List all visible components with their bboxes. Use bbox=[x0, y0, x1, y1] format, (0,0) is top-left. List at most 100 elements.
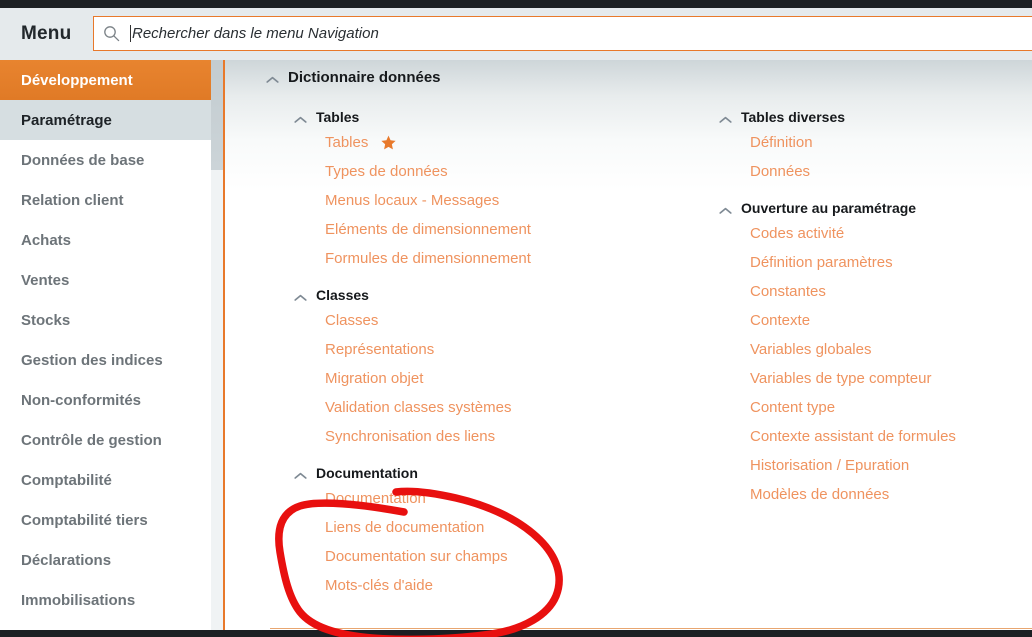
menu-link-menus-locaux-messages[interactable]: Menus locaux - Messages bbox=[325, 186, 713, 215]
menu-link-definition[interactable]: Définition bbox=[750, 128, 1032, 157]
sidebar-item-label: Ventes bbox=[21, 271, 70, 289]
text-caret bbox=[130, 25, 131, 42]
sidebar-item-label: Données de base bbox=[21, 151, 145, 169]
group-header[interactable]: Classes bbox=[293, 284, 713, 306]
sidebar-item-parametrage[interactable]: Paramétrage bbox=[0, 100, 211, 140]
menu-link-formules-de-dimensionnement[interactable]: Formules de dimensionnement bbox=[325, 244, 713, 273]
menu-link-label: Eléments de dimensionnement bbox=[325, 221, 531, 238]
content-column-right: Tables diverses Définition Données Ouvertur… bbox=[718, 106, 1032, 509]
group-header-label: Classes bbox=[316, 287, 369, 303]
menu-link-documentation[interactable]: Documentation bbox=[325, 484, 713, 513]
menu-link-liens-de-documentation[interactable]: Liens de documentation bbox=[325, 513, 713, 542]
group-header-label: Dictionnaire données bbox=[288, 68, 441, 86]
menu-link-label: Types de données bbox=[325, 163, 448, 180]
sidebar-item-comptabilite[interactable]: Comptabilité bbox=[0, 460, 211, 500]
group-header[interactable]: Documentation bbox=[293, 462, 713, 484]
sidebar-item-gestion-des-indices[interactable]: Gestion des indices bbox=[0, 340, 211, 380]
sidebar-item-ventes[interactable]: Ventes bbox=[0, 260, 211, 300]
menu-link-migration-objet[interactable]: Migration objet bbox=[325, 364, 713, 393]
chevron-up-icon bbox=[265, 72, 280, 83]
menu-link-label: Validation classes systèmes bbox=[325, 399, 512, 416]
group-tables-diverses: Tables diverses Définition Données bbox=[718, 106, 1032, 186]
menu-link-label: Content type bbox=[750, 399, 836, 416]
menu-link-label: Menus locaux - Messages bbox=[325, 192, 500, 209]
sidebar-item-label: Relation client bbox=[21, 191, 124, 209]
menu-link-label: Migration objet bbox=[325, 370, 424, 387]
menu-title: Menu bbox=[21, 23, 72, 44]
chevron-up-icon bbox=[293, 468, 308, 479]
menu-link-label: Variables de type compteur bbox=[750, 370, 932, 387]
menu-link-donnees[interactable]: Données bbox=[750, 157, 1032, 186]
chevron-up-icon bbox=[718, 203, 733, 214]
sidebar-item-donnees-de-base[interactable]: Données de base bbox=[0, 140, 211, 180]
search-input[interactable]: Rechercher dans le menu Navigation bbox=[93, 16, 1032, 51]
top-dark-strip bbox=[0, 0, 1032, 8]
sidebar-item-label: Comptabilité bbox=[21, 471, 112, 489]
menu-link-types-de-donnees[interactable]: Types de données bbox=[325, 157, 713, 186]
group-dictionnaire-donnees[interactable]: Dictionnaire données bbox=[265, 66, 441, 88]
group-ouverture-au-parametrage: Ouverture au paramétrage Codes activité Dé… bbox=[718, 197, 1032, 509]
menu-link-label: Formules de dimensionnement bbox=[325, 250, 531, 267]
group-header-label: Ouverture au paramétrage bbox=[741, 200, 917, 216]
menu-link-content-type[interactable]: Content type bbox=[750, 393, 1032, 422]
sidebar-navigation[interactable]: Développement Paramétrage Données de base R… bbox=[0, 60, 211, 637]
menu-link-label: Contexte assistant de formules bbox=[750, 428, 956, 445]
menu-link-constantes[interactable]: Constantes bbox=[750, 277, 1032, 306]
sidebar-item-comptabilite-tiers[interactable]: Comptabilité tiers bbox=[0, 500, 211, 540]
menu-content-panel: Dictionnaire données Tables Tables Types d… bbox=[225, 60, 1032, 637]
menu-link-label: Historisation / Epuration bbox=[750, 457, 910, 474]
menu-link-label: Définition paramètres bbox=[750, 254, 893, 271]
menu-link-variables-globales[interactable]: Variables globales bbox=[750, 335, 1032, 364]
search-placeholder: Rechercher dans le menu Navigation bbox=[132, 25, 379, 42]
group-header-label: Tables bbox=[316, 109, 360, 125]
menu-link-label: Documentation bbox=[325, 490, 426, 507]
chevron-up-icon bbox=[718, 112, 733, 123]
sidebar-scrollbar-thumb[interactable] bbox=[211, 60, 223, 170]
menu-link-label: Classes bbox=[325, 312, 379, 329]
menu-link-mots-cles-d-aide[interactable]: Mots-clés d'aide bbox=[325, 571, 713, 600]
sidebar-item-relation-client[interactable]: Relation client bbox=[0, 180, 211, 220]
menu-link-synchronisation-des-liens[interactable]: Synchronisation des liens bbox=[325, 422, 713, 451]
menu-link-historisation-epuration[interactable]: Historisation / Epuration bbox=[750, 451, 1032, 480]
sidebar-item-developpement[interactable]: Développement bbox=[0, 60, 211, 100]
menu-link-label: Constantes bbox=[750, 283, 826, 300]
menu-link-codes-activite[interactable]: Codes activité bbox=[750, 219, 1032, 248]
bottom-separator bbox=[270, 628, 1032, 629]
group-header[interactable]: Ouverture au paramétrage bbox=[718, 197, 1032, 219]
menu-link-tables[interactable]: Tables bbox=[325, 128, 713, 157]
menu-link-documentation-sur-champs[interactable]: Documentation sur champs bbox=[325, 542, 713, 571]
sidebar-item-label: Non-conformités bbox=[21, 391, 141, 409]
menu-link-definition-parametres[interactable]: Définition paramètres bbox=[750, 248, 1032, 277]
sidebar-item-label: Paramétrage bbox=[21, 111, 112, 129]
group-header[interactable]: Dictionnaire données bbox=[265, 66, 441, 88]
group-items: Définition Données bbox=[718, 128, 1032, 186]
content-column-left: Tables Tables Types de données Menus locaux… bbox=[293, 106, 713, 600]
menu-link-label: Modèles de données bbox=[750, 486, 890, 503]
sidebar-item-stocks[interactable]: Stocks bbox=[0, 300, 211, 340]
sidebar-item-declarations[interactable]: Déclarations bbox=[0, 540, 211, 580]
sidebar-item-immobilisations[interactable]: Immobilisations bbox=[0, 580, 211, 620]
menu-link-contexte[interactable]: Contexte bbox=[750, 306, 1032, 335]
menu-link-representations[interactable]: Représentations bbox=[325, 335, 713, 364]
menu-link-contexte-assistant-de-formules[interactable]: Contexte assistant de formules bbox=[750, 422, 1032, 451]
menu-link-modeles-de-donnees[interactable]: Modèles de données bbox=[750, 480, 1032, 509]
group-items: Tables Types de données Menus locaux - Mes… bbox=[293, 128, 713, 273]
menu-link-variables-de-type-compteur[interactable]: Variables de type compteur bbox=[750, 364, 1032, 393]
menu-link-elements-de-dimensionnement[interactable]: Eléments de dimensionnement bbox=[325, 215, 713, 244]
favorite-star-icon[interactable] bbox=[381, 135, 396, 150]
sidebar-item-label: Gestion des indices bbox=[21, 351, 163, 369]
group-tables: Tables Tables Types de données Menus locaux… bbox=[293, 106, 713, 273]
sidebar-item-achats[interactable]: Achats bbox=[0, 220, 211, 260]
sidebar-item-label: Achats bbox=[21, 231, 72, 249]
sidebar-item-non-conformites[interactable]: Non-conformités bbox=[0, 380, 211, 420]
group-items: Documentation Liens de documentation Docum… bbox=[293, 484, 713, 600]
sidebar-item-controle-de-gestion[interactable]: Contrôle de gestion bbox=[0, 420, 211, 460]
menu-link-label: Synchronisation des liens bbox=[325, 428, 496, 445]
application-window: Menu Rechercher dans le menu Navigation … bbox=[0, 0, 1032, 637]
menu-link-validation-classes-systemes[interactable]: Validation classes systèmes bbox=[325, 393, 713, 422]
group-header-label: Tables diverses bbox=[741, 109, 846, 125]
group-header[interactable]: Tables diverses bbox=[718, 106, 1032, 128]
menu-link-classes[interactable]: Classes bbox=[325, 306, 713, 335]
group-header[interactable]: Tables bbox=[293, 106, 713, 128]
